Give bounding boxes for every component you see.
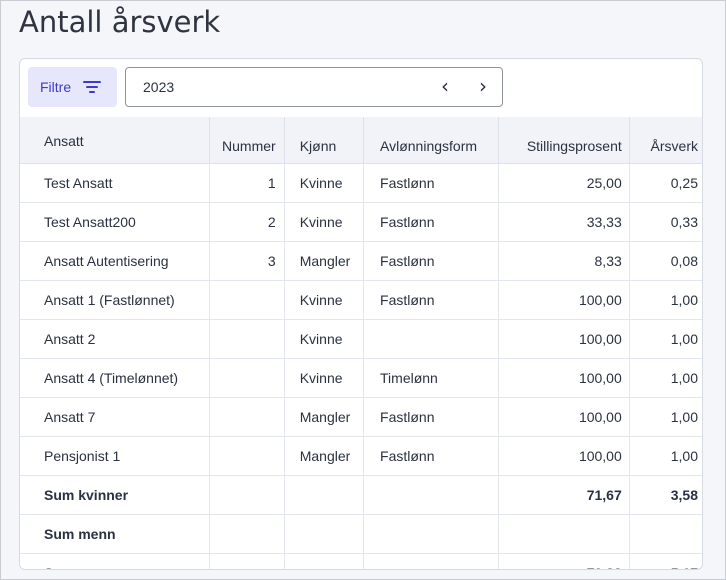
sum-row-kvinner: Sum kvinner 71,67 3,58 xyxy=(20,475,702,515)
cell-arsverk: 0,08 xyxy=(629,241,702,281)
table-row[interactable]: Pensjonist 1 Mangler Fastlønn 100,00 1,0… xyxy=(20,436,702,476)
year-value: 2023 xyxy=(143,79,175,95)
cell-kjonn: Kvinne xyxy=(284,280,365,320)
sum-stillingsprosent: 71,67 xyxy=(498,475,630,515)
cell-avlonningsform xyxy=(363,475,499,515)
sum-label: Sum kvinner xyxy=(20,475,210,515)
year-selector[interactable]: 2023 ‹ › xyxy=(125,67,503,107)
sum-arsverk: 5,67 xyxy=(629,553,702,569)
cell-kjonn: Mangler xyxy=(284,397,365,437)
cell-nummer: 3 xyxy=(209,241,285,281)
cell-kjonn xyxy=(284,475,365,515)
cell-kjonn xyxy=(284,514,365,554)
cell-avlonningsform: Timelønn xyxy=(363,358,499,398)
column-header-avlonningsform[interactable]: Avlønningsform xyxy=(363,117,499,164)
cell-stillingsprosent: 100,00 xyxy=(498,397,630,437)
column-header-kjonn[interactable]: Kjønn xyxy=(284,117,365,164)
employee-table: Ansatt Nummer Kjønn Avlønningsform Still… xyxy=(20,117,702,569)
cell-avlonningsform xyxy=(363,319,499,359)
cell-ansatt: Test Ansatt xyxy=(20,163,210,203)
cell-arsverk: 1,00 xyxy=(629,358,702,398)
cell-arsverk: 1,00 xyxy=(629,397,702,437)
cell-stillingsprosent: 8,33 xyxy=(498,241,630,281)
cell-ansatt: Ansatt Autentisering xyxy=(20,241,210,281)
cell-kjonn: Kvinne xyxy=(284,163,365,203)
cell-arsverk: 0,25 xyxy=(629,163,702,203)
cell-stillingsprosent: 100,00 xyxy=(498,358,630,398)
column-header-arsverk[interactable]: Årsverk xyxy=(629,117,702,164)
filter-button[interactable]: Filtre xyxy=(28,67,117,107)
cell-arsverk: 1,00 xyxy=(629,280,702,320)
cell-kjonn: Mangler xyxy=(284,241,365,281)
column-header-nummer[interactable]: Nummer xyxy=(209,117,285,164)
filter-label: Filtre xyxy=(40,79,72,95)
cell-avlonningsform xyxy=(363,514,499,554)
table-row[interactable]: Test Ansatt 1 Kvinne Fastlønn 25,00 0,25 xyxy=(20,163,702,203)
cell-nummer xyxy=(209,319,285,359)
cell-avlonningsform: Fastlønn xyxy=(363,280,499,320)
cell-stillingsprosent: 33,33 xyxy=(498,202,630,242)
page-title: Antall årsverk xyxy=(19,5,221,39)
cell-kjonn: Kvinne xyxy=(284,202,365,242)
table-row[interactable]: Ansatt Autentisering 3 Mangler Fastlønn … xyxy=(20,241,702,281)
cell-stillingsprosent: 100,00 xyxy=(498,436,630,476)
cell-arsverk: 0,33 xyxy=(629,202,702,242)
cell-ansatt: Ansatt 2 xyxy=(20,319,210,359)
cell-ansatt: Ansatt 1 (Fastlønnet) xyxy=(20,280,210,320)
cell-kjonn: Kvinne xyxy=(284,358,365,398)
cell-nummer xyxy=(209,514,285,554)
cell-nummer xyxy=(209,358,285,398)
cell-stillingsprosent: 100,00 xyxy=(498,280,630,320)
cell-stillingsprosent: 25,00 xyxy=(498,163,630,203)
cell-avlonningsform: Fastlønn xyxy=(363,202,499,242)
report-card: Filtre 2023 ‹ › Ansatt Nummer Kjønn Avlø… xyxy=(19,58,703,570)
sum-label: Sum menn xyxy=(20,514,210,554)
column-header-ansatt[interactable]: Ansatt xyxy=(20,117,210,164)
cell-nummer: 1 xyxy=(209,163,285,203)
table-header-row: Ansatt Nummer Kjønn Avlønningsform Still… xyxy=(20,117,702,164)
table-row[interactable]: Ansatt 1 (Fastlønnet) Kvinne Fastlønn 10… xyxy=(20,280,702,320)
cell-avlonningsform xyxy=(363,553,499,569)
table-row[interactable]: Ansatt 4 (Timelønnet) Kvinne Timelønn 10… xyxy=(20,358,702,398)
cell-avlonningsform: Fastlønn xyxy=(363,163,499,203)
cell-nummer xyxy=(209,397,285,437)
cell-avlonningsform: Fastlønn xyxy=(363,241,499,281)
cell-ansatt: Ansatt 7 xyxy=(20,397,210,437)
sum-stillingsprosent xyxy=(498,514,630,554)
table-row[interactable]: Ansatt 7 Mangler Fastlønn 100,00 1,00 xyxy=(20,397,702,437)
cell-nummer: 2 xyxy=(209,202,285,242)
cell-stillingsprosent: 100,00 xyxy=(498,319,630,359)
cell-kjonn: Kvinne xyxy=(284,319,365,359)
chevron-right-icon[interactable]: › xyxy=(473,76,493,97)
cell-nummer xyxy=(209,475,285,515)
cell-avlonningsform: Fastlønn xyxy=(363,436,499,476)
cell-arsverk: 1,00 xyxy=(629,319,702,359)
sum-arsverk xyxy=(629,514,702,554)
sum-label: Sum xyxy=(20,553,210,569)
cell-arsverk: 1,00 xyxy=(629,436,702,476)
table-row[interactable]: Test Ansatt200 2 Kvinne Fastlønn 33,33 0… xyxy=(20,202,702,242)
sum-row-total: Sum 70,83 5,67 xyxy=(20,553,702,569)
cell-kjonn xyxy=(284,553,365,569)
cell-ansatt: Test Ansatt200 xyxy=(20,202,210,242)
cell-nummer xyxy=(209,436,285,476)
cell-kjonn: Mangler xyxy=(284,436,365,476)
filter-icon xyxy=(83,80,102,94)
table-row[interactable]: Ansatt 2 Kvinne 100,00 1,00 xyxy=(20,319,702,359)
toolbar: Filtre 2023 ‹ › xyxy=(20,59,702,117)
cell-nummer xyxy=(209,553,285,569)
sum-arsverk: 3,58 xyxy=(629,475,702,515)
sum-row-menn: Sum menn xyxy=(20,514,702,554)
sum-stillingsprosent: 70,83 xyxy=(498,553,630,569)
chevron-left-icon[interactable]: ‹ xyxy=(435,76,455,97)
column-header-stillingsprosent[interactable]: Stillingsprosent xyxy=(498,117,630,164)
cell-ansatt: Ansatt 4 (Timelønnet) xyxy=(20,358,210,398)
cell-avlonningsform: Fastlønn xyxy=(363,397,499,437)
cell-nummer xyxy=(209,280,285,320)
cell-ansatt: Pensjonist 1 xyxy=(20,436,210,476)
